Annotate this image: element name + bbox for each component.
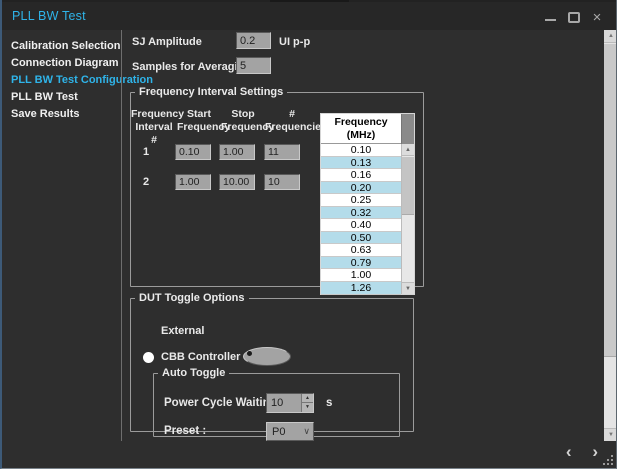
interval-row: 2 <box>131 174 321 191</box>
power-cycle-waiting-value: 10 <box>271 397 283 409</box>
frequency-table-header-line1: Frequency <box>321 116 401 129</box>
sidebar-item[interactable]: PLL BW Test <box>2 89 121 106</box>
samples-label: Samples for Averaging <box>132 61 251 73</box>
footer-navigation: ‹ › <box>550 442 598 462</box>
frequency-row[interactable]: 0.13 <box>321 157 401 170</box>
column-header: StartFrequency <box>177 108 221 134</box>
interval-number: 2 <box>143 176 149 188</box>
spinner-arrows: ▲ ▼ <box>301 394 313 412</box>
samples-input[interactable] <box>236 57 271 74</box>
minimize-icon <box>545 19 556 21</box>
frequency-row[interactable]: 0.20 <box>321 182 401 195</box>
auto-toggle-group: Auto Toggle Power Cycle Waiting : 10 ▲ ▼… <box>153 367 400 437</box>
dut-toggle-options-group: DUT Toggle Options External CBB Controll… <box>130 292 414 432</box>
dut-toggle-options-title: DUT Toggle Options <box>135 292 249 304</box>
next-page-button[interactable]: › <box>592 442 598 461</box>
window-title: PLL BW Test <box>12 9 86 23</box>
preset-value: P0 <box>272 426 285 438</box>
maximize-button[interactable] <box>565 10 583 26</box>
preset-dropdown[interactable]: P0 ∨ <box>266 422 314 441</box>
radio-cbb-controller[interactable] <box>143 352 154 363</box>
sidebar-item[interactable]: Connection Diagram <box>2 55 121 72</box>
radio-external-label[interactable]: External <box>161 325 204 337</box>
title-bar: PLL BW Test × <box>2 2 616 30</box>
prev-page-button[interactable]: ‹ <box>566 442 572 461</box>
frequency-interval-settings-title: Frequency Interval Settings <box>135 86 287 98</box>
sj-amplitude-input[interactable] <box>236 32 271 49</box>
frequency-table-corner <box>401 114 414 144</box>
radio-external[interactable] <box>243 347 291 366</box>
num-frequencies-input[interactable] <box>264 174 300 190</box>
power-cycle-waiting-unit: s <box>326 397 332 409</box>
scrollbar-thumb[interactable] <box>604 44 617 357</box>
sj-amplitude-unit: UI p-p <box>279 36 310 48</box>
frequency-table-header-line2: (MHz) <box>321 129 401 142</box>
interval-row: 1 <box>131 144 321 161</box>
spinner-up-icon[interactable]: ▲ <box>302 394 313 403</box>
spinner-down-icon[interactable]: ▼ <box>302 403 313 412</box>
sidebar-item[interactable]: PLL BW Test Configuration <box>2 72 121 89</box>
power-cycle-waiting-spinner[interactable]: 10 ▲ ▼ <box>266 393 314 413</box>
frequency-table-body: 0.100.130.160.200.250.320.400.500.630.79… <box>321 144 401 294</box>
chevron-down-icon: ∨ <box>303 426 310 437</box>
column-header: FrequencyInterval # <box>131 108 177 147</box>
sj-amplitude-label: SJ Amplitude <box>132 36 202 48</box>
frequency-table-header: Frequency (MHz) <box>321 114 401 144</box>
num-frequencies-input[interactable] <box>264 144 300 160</box>
stop-frequency-input[interactable] <box>219 174 255 190</box>
interval-number: 1 <box>143 146 149 158</box>
scroll-down-icon[interactable]: ▼ <box>604 428 617 441</box>
column-header: #Frequencies <box>265 108 319 134</box>
frequency-row[interactable]: 0.32 <box>321 207 401 220</box>
auto-toggle-title: Auto Toggle <box>158 367 229 379</box>
scrollbar-thumb[interactable] <box>402 157 414 215</box>
resize-grip-icon[interactable] <box>611 463 613 465</box>
scroll-up-icon[interactable]: ▲ <box>604 30 617 43</box>
frequency-row[interactable]: 0.79 <box>321 257 401 270</box>
start-frequency-input[interactable] <box>175 174 211 190</box>
close-button[interactable]: × <box>588 10 606 26</box>
frequency-row[interactable]: 0.16 <box>321 169 401 182</box>
sidebar-item[interactable]: Calibration Selection <box>2 38 121 55</box>
content-scrollbar[interactable]: ▲ ▼ <box>604 30 617 441</box>
app-window: PLL BW Test × Calibration SelectionConne… <box>0 0 617 469</box>
frequency-table-scrollbar[interactable]: ▲ ▼ <box>401 144 414 294</box>
frequency-row[interactable]: 0.25 <box>321 194 401 207</box>
frequency-row[interactable]: 0.50 <box>321 232 401 245</box>
frequency-row[interactable]: 0.63 <box>321 244 401 257</box>
sidebar-item[interactable]: Save Results <box>2 106 121 123</box>
scroll-up-icon[interactable]: ▲ <box>402 144 414 156</box>
sidebar: Calibration SelectionConnection DiagramP… <box>2 30 121 440</box>
column-header: StopFrequency <box>221 108 265 134</box>
start-frequency-input[interactable] <box>175 144 211 160</box>
maximize-icon <box>568 12 580 23</box>
frequency-row[interactable]: 0.40 <box>321 219 401 232</box>
stop-frequency-input[interactable] <box>219 144 255 160</box>
preset-label: Preset : <box>164 425 206 437</box>
frequency-row[interactable]: 1.00 <box>321 269 401 282</box>
radio-cbb-controller-label[interactable]: CBB Controller <box>161 351 240 363</box>
sidebar-divider <box>121 30 122 441</box>
frequency-row[interactable]: 0.10 <box>321 144 401 157</box>
frequency-table: Frequency (MHz) 0.100.130.160.200.250.32… <box>320 113 415 295</box>
interval-column-headers: FrequencyInterval #StartFrequencyStopFre… <box>131 108 321 136</box>
minimize-button[interactable] <box>542 10 560 26</box>
frequency-interval-settings-group: Frequency Interval Settings FrequencyInt… <box>130 86 424 287</box>
